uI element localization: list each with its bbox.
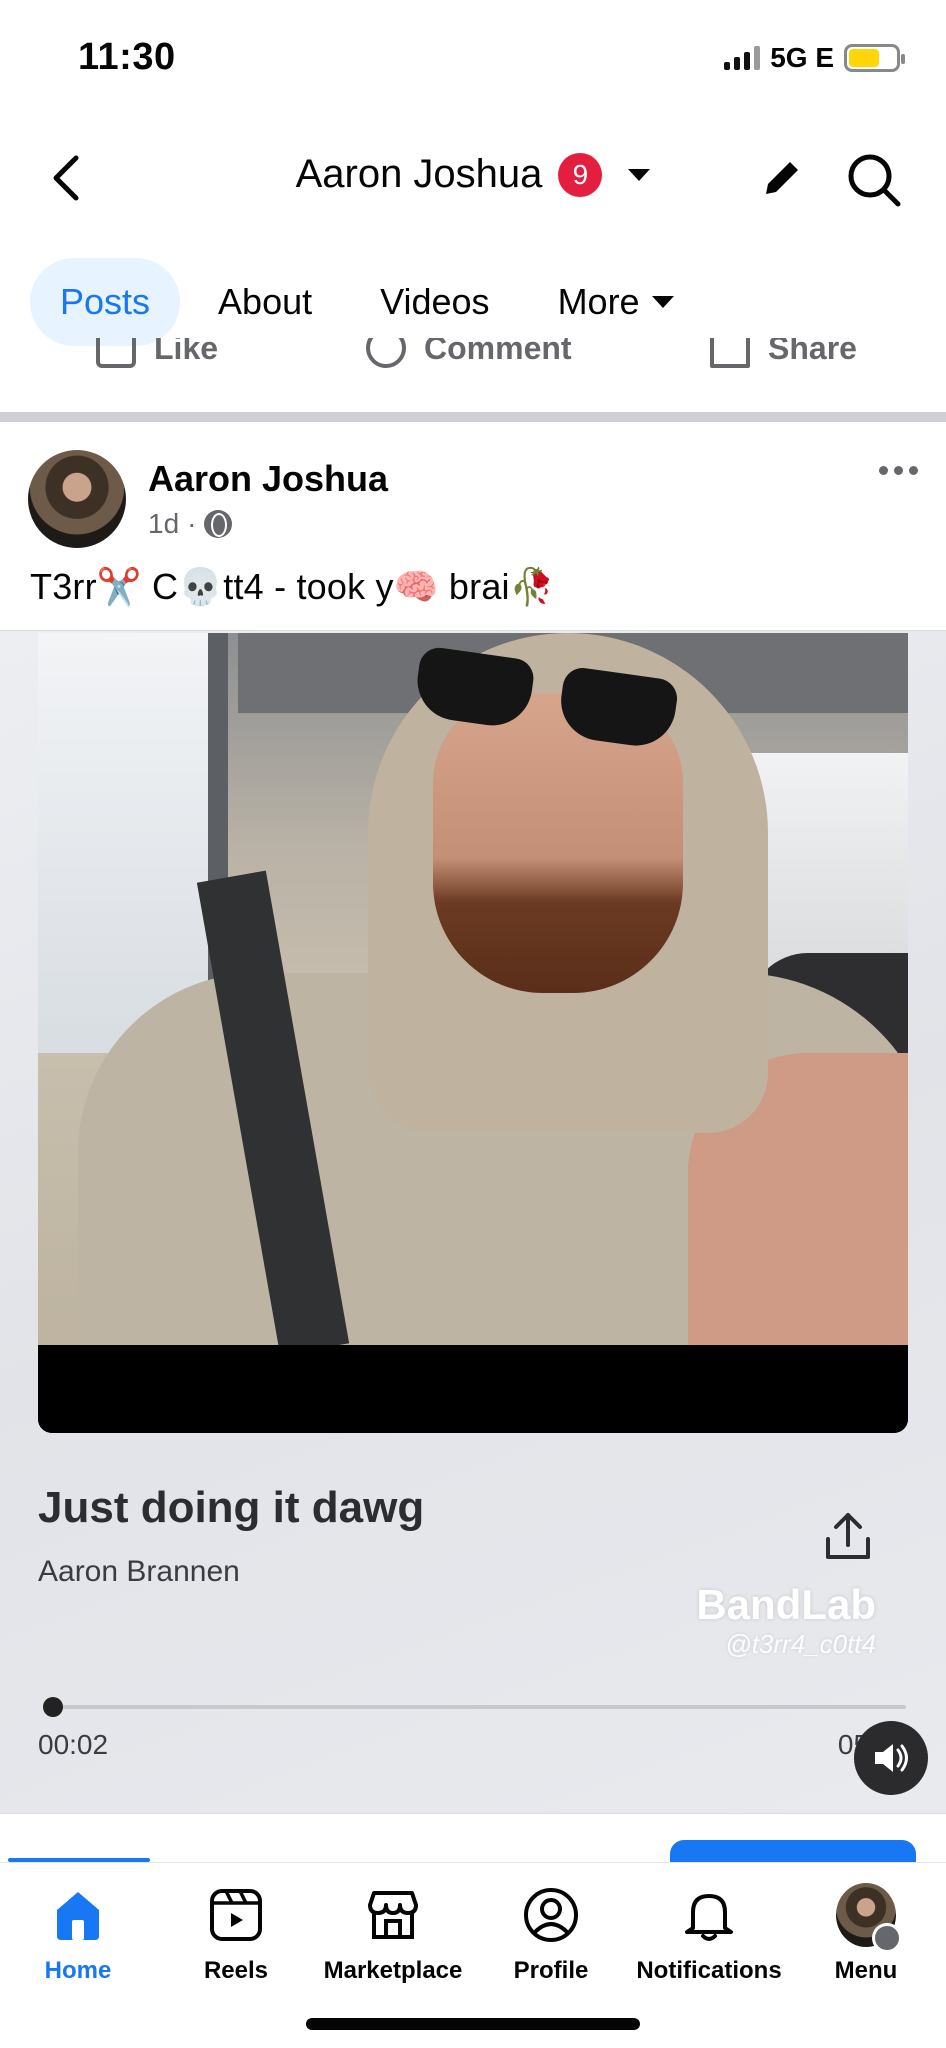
video-frame[interactable]: [38, 633, 908, 1433]
search-icon: [848, 154, 901, 207]
globe-icon: [204, 510, 233, 538]
status-bar: 11:30 5G E: [0, 0, 946, 120]
volume-button[interactable]: [854, 1721, 928, 1795]
tab-posts[interactable]: Posts: [30, 258, 181, 346]
share-icon: [710, 338, 750, 368]
share-upload-button[interactable]: [818, 1507, 878, 1567]
post-time[interactable]: 1d: [148, 508, 179, 540]
audio-progress-bar[interactable]: [42, 1697, 906, 1717]
watermark-brand: BandLab: [696, 1581, 876, 1628]
profile-tabs: Posts About Videos More: [30, 258, 704, 346]
avatar[interactable]: [28, 450, 126, 548]
comment-button[interactable]: Comment: [366, 338, 572, 368]
menu-avatar-icon: [836, 1883, 902, 1953]
dot-icon: [894, 466, 903, 475]
video-letterbox: [38, 1345, 908, 1433]
home-indicator: [306, 2018, 640, 2030]
pencil-icon: [766, 158, 802, 194]
progress-knob[interactable]: [42, 1697, 63, 1717]
speaker-icon: [875, 1744, 908, 1772]
nav-menu[interactable]: Menu: [791, 1883, 941, 1985]
like-label: Like: [154, 338, 219, 366]
reels-icon: [206, 1885, 266, 1945]
battery-icon: [844, 44, 905, 72]
menu-lines-icon: [872, 1923, 902, 1953]
time-elapsed: 00:02: [38, 1729, 109, 1760]
bandlab-watermark: BandLab @t3rr4_c0tt4: [696, 1581, 876, 1660]
watermark-handle: @t3rr4_c0tt4: [725, 1629, 876, 1659]
feed-divider: [0, 412, 946, 422]
nav-profile[interactable]: Profile: [476, 1885, 626, 1985]
meta-separator: ·: [187, 508, 197, 539]
nav-marketplace[interactable]: Marketplace: [318, 1885, 468, 1985]
dot-icon: [909, 466, 918, 475]
post-meta: 1d ·: [148, 508, 233, 540]
song-artist: Aaron Brannen: [38, 1555, 240, 1588]
nav-home-label: Home: [44, 1957, 112, 1984]
song-title: Just doing it dawg: [38, 1483, 425, 1532]
avatar: [836, 1883, 902, 1953]
tab-more[interactable]: More: [528, 258, 704, 346]
comment-icon: [366, 338, 406, 368]
status-time: 11:30: [78, 36, 176, 78]
post-caption: T3rr✂️ C💀tt4 - took y🧠 brai🥀: [30, 566, 555, 607]
post-media[interactable]: Just doing it dawg Aaron Brannen BandLab…: [0, 630, 946, 1814]
chevron-down-icon: [651, 296, 674, 308]
home-icon: [48, 1885, 108, 1945]
status-indicators: 5G E: [724, 42, 905, 74]
nav-menu-label: Menu: [834, 1957, 898, 1984]
bottom-nav: Home Reels Marketplace Profile Notificat…: [0, 1862, 946, 2048]
notification-badge: 9: [558, 152, 603, 197]
nav-reels-label: Reels: [203, 1957, 269, 1984]
bell-icon: [679, 1885, 739, 1945]
profile-icon: [521, 1885, 581, 1945]
nav-notifications-label: Notifications: [636, 1957, 782, 1984]
edit-button[interactable]: [752, 148, 812, 208]
post-author[interactable]: Aaron Joshua: [148, 458, 388, 500]
share-button[interactable]: Share: [710, 338, 857, 368]
nav-home[interactable]: Home: [3, 1885, 153, 1985]
nav-notifications[interactable]: Notifications: [634, 1885, 784, 1985]
next-content-peek: [0, 1836, 946, 1870]
share-label: Share: [768, 338, 857, 366]
like-button[interactable]: Like: [96, 338, 218, 368]
nav-reels[interactable]: Reels: [161, 1885, 311, 1985]
tab-about[interactable]: About: [188, 258, 342, 346]
post-header: Aaron Joshua 1d ·: [28, 450, 918, 550]
signal-icon: [724, 46, 761, 70]
dot-icon: [879, 466, 888, 475]
page-header: Aaron Joshua 9: [0, 130, 946, 226]
chevron-down-icon: [628, 168, 651, 181]
network-type: 5G E: [770, 42, 834, 73]
nav-profile-label: Profile: [513, 1957, 589, 1984]
page-title: Aaron Joshua: [295, 152, 543, 196]
previous-post-actions: Like Comment Share: [0, 338, 946, 380]
search-button[interactable]: [842, 148, 906, 212]
thumbs-up-icon: [96, 338, 136, 368]
upload-icon: [826, 1513, 870, 1559]
more-options-button[interactable]: [879, 466, 918, 475]
tab-videos[interactable]: Videos: [350, 258, 519, 346]
tab-more-label: More: [557, 281, 640, 322]
video-thumbnail: [38, 633, 908, 1345]
comment-label: Comment: [424, 338, 572, 366]
marketplace-icon: [363, 1885, 423, 1945]
nav-marketplace-label: Marketplace: [323, 1957, 463, 1984]
